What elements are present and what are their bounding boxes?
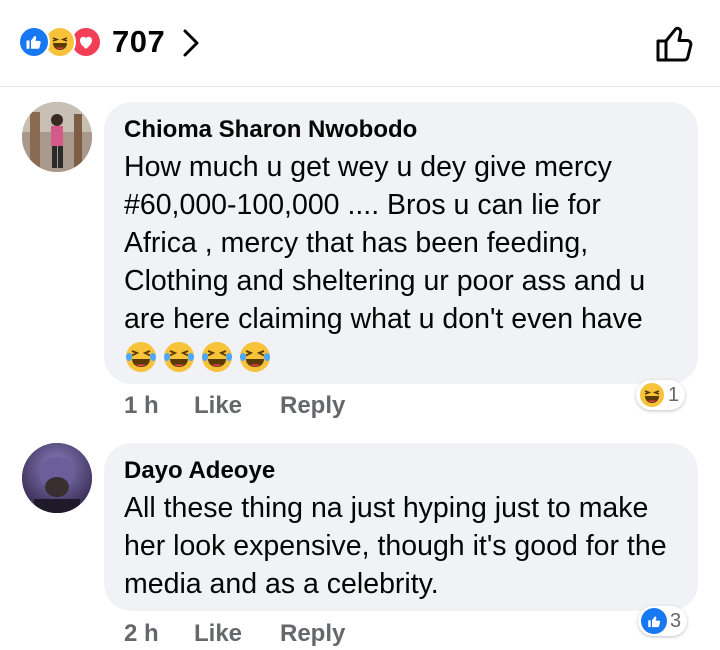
- reaction-count[interactable]: 707: [112, 24, 165, 60]
- thumbs-up-outline-icon[interactable]: [654, 24, 696, 69]
- comment-timestamp[interactable]: 1 h: [124, 392, 194, 420]
- like-link[interactable]: Like: [194, 620, 280, 648]
- haha-icon: [639, 382, 665, 408]
- comment-text: How much u get wey u dey give mercy #60,…: [124, 151, 646, 335]
- laughing-crying-emoji: [240, 342, 270, 372]
- comment-bubble: Chioma Sharon Nwobodo How much u get wey…: [104, 102, 698, 384]
- laughing-crying-emoji: [126, 342, 156, 372]
- reply-link[interactable]: Reply: [280, 620, 345, 648]
- comment-author[interactable]: Chioma Sharon Nwobodo: [124, 114, 678, 146]
- comment-reaction-badge[interactable]: 3: [638, 606, 688, 636]
- comment-text: All these thing na just hyping just to m…: [124, 492, 667, 600]
- emoji-row: [124, 340, 678, 374]
- comment-reaction-badge[interactable]: 1: [636, 380, 686, 410]
- comment-bubble: Dayo Adeoye All these thing na just hypi…: [104, 443, 698, 611]
- laughing-crying-emoji: [164, 342, 194, 372]
- chevron-right-icon[interactable]: [180, 26, 202, 65]
- reaction-summary[interactable]: [18, 26, 108, 60]
- reactions-header: 707: [0, 0, 720, 86]
- comment-author[interactable]: Dayo Adeoye: [124, 455, 678, 487]
- like-icon: [641, 608, 667, 634]
- avatar[interactable]: [22, 102, 92, 172]
- reply-link[interactable]: Reply: [280, 392, 345, 420]
- header-divider: [0, 86, 720, 87]
- comment-timestamp[interactable]: 2 h: [124, 620, 194, 648]
- avatar[interactable]: [22, 443, 92, 513]
- comment-actions: 2 h Like Reply: [124, 620, 345, 648]
- reaction-count: 1: [668, 383, 680, 406]
- like-link[interactable]: Like: [194, 392, 280, 420]
- comment-actions: 1 h Like Reply: [124, 392, 345, 420]
- like-icon: [18, 26, 50, 58]
- laughing-crying-emoji: [202, 342, 232, 372]
- reaction-count: 3: [670, 609, 682, 632]
